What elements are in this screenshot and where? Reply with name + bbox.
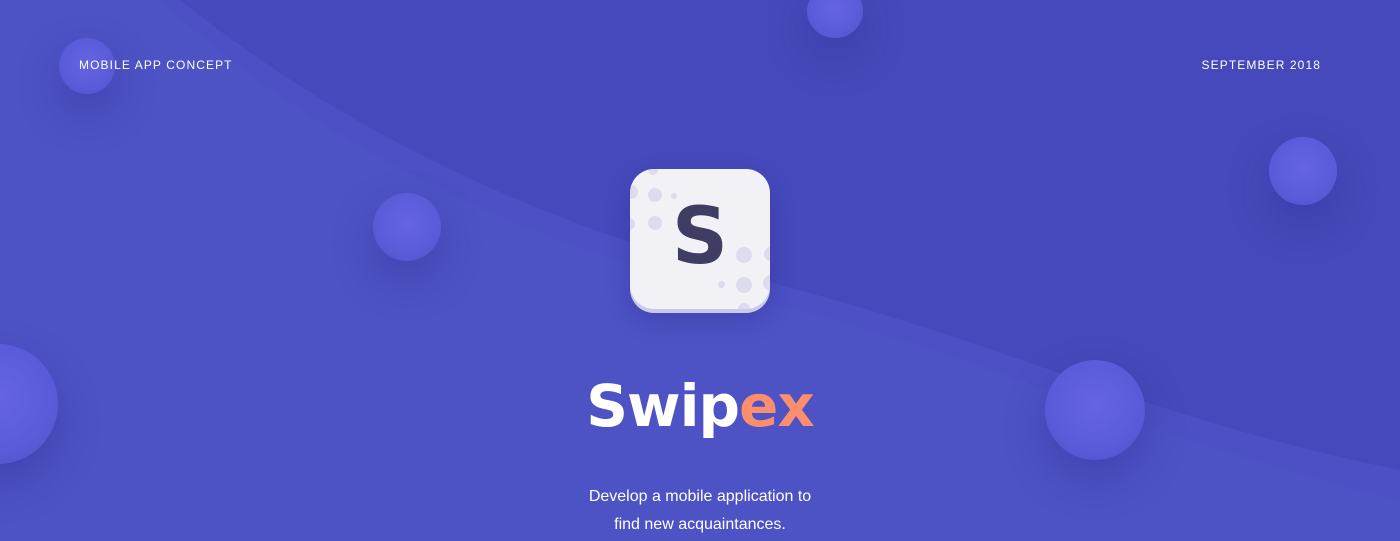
background-bubble — [373, 193, 441, 261]
mobile-app-concept-label: MOBILE APP CONCEPT — [79, 58, 233, 72]
tagline-line-2: find new acquaintances. — [614, 516, 786, 533]
app-icon-letter: S — [671, 192, 729, 282]
brand-name-part2: ex — [739, 372, 815, 440]
app-logo-icon: S — [630, 169, 770, 309]
brand-logo-text: Swipex — [0, 372, 1400, 442]
date-label: SEPTEMBER 2018 — [1201, 58, 1321, 72]
tagline-line-1: Develop a mobile application to — [588, 488, 812, 505]
background-bubble — [1269, 137, 1337, 205]
brand-name-part1: Swip — [586, 372, 740, 440]
tagline: Develop a mobile application to find new… — [0, 483, 1400, 539]
